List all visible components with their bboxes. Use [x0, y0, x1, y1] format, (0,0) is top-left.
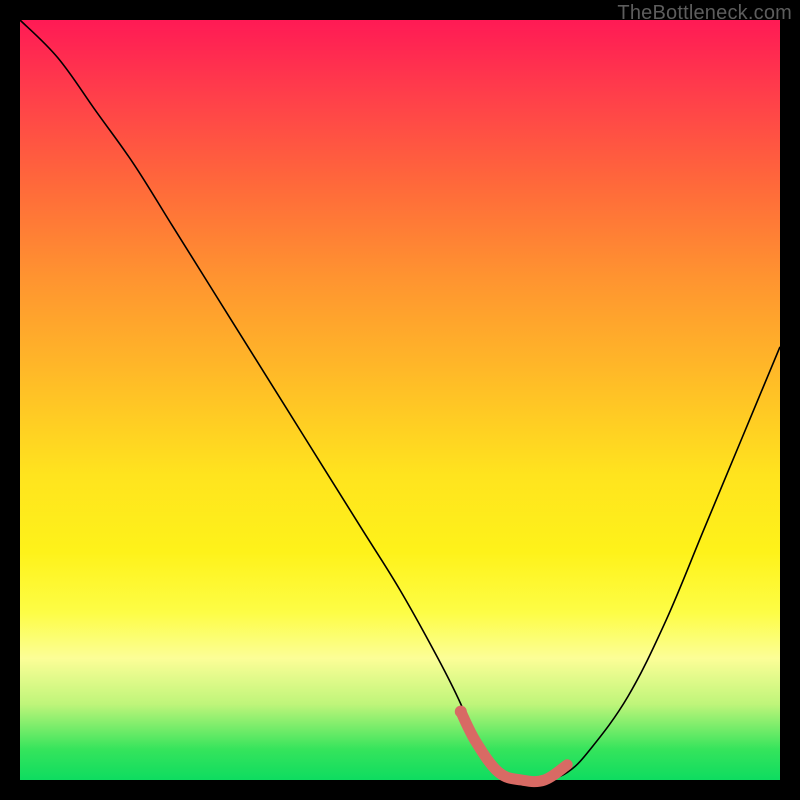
- watermark-text: TheBottleneck.com: [617, 2, 792, 25]
- optimal-start-dot: [455, 706, 467, 718]
- bottleneck-curve: [20, 20, 780, 781]
- plot-gradient-area: [20, 20, 780, 780]
- optimal-range-highlight: [461, 712, 567, 782]
- chart-frame: TheBottleneck.com: [0, 0, 800, 800]
- curve-svg: [20, 20, 780, 780]
